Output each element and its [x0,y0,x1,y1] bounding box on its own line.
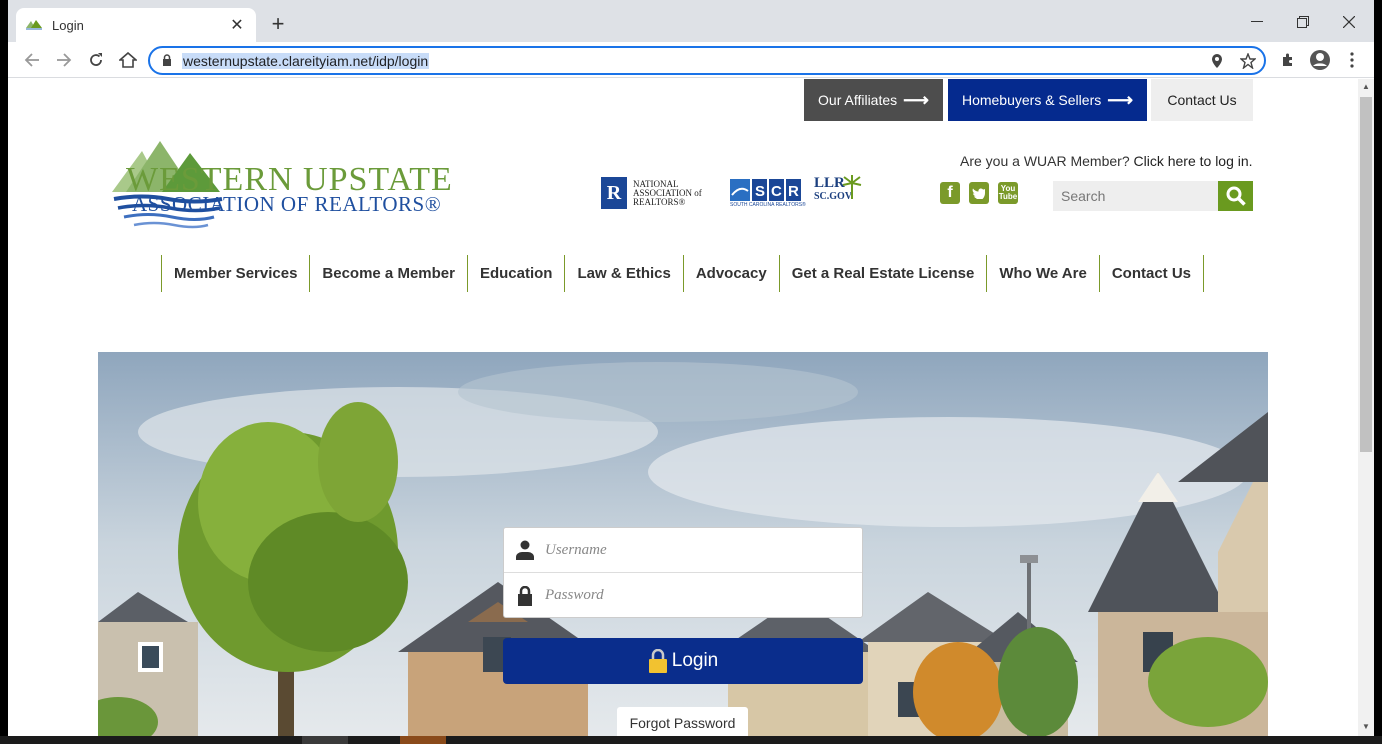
browser-tab[interactable]: Login ✕ [16,8,256,42]
arrow-right-icon: ⟶ [903,89,929,110]
youtube-icon[interactable]: You Tube [998,182,1018,204]
user-icon [515,540,535,560]
logo-subtitle[interactable]: ASSOCIATION OF REALTORS® [132,192,441,217]
member-login-prompt[interactable]: Are you a WUAR Member? Click here to log… [960,153,1253,169]
search-icon [1226,186,1246,206]
our-affiliates-label: Our Affiliates [818,92,898,108]
login-button-label: Login [671,650,719,671]
profile-avatar-icon[interactable] [1308,48,1332,72]
main-navigation: Member Services Become a Member Educatio… [161,255,1205,292]
lock-icon [163,54,171,66]
member-question: Are you a WUAR Member? [960,153,1130,169]
forgot-password-button[interactable]: Forgot Password [617,707,748,736]
extensions-icon[interactable] [1276,48,1300,72]
browser-window: Login ✕ + westernupstate.clareityiam.net… [8,0,1374,736]
nav-become-a-member[interactable]: Become a Member [310,255,468,292]
scr-subtitle: SOUTH CAROLINA REALTORS® [730,202,806,208]
page-viewport: Our Affiliates ⟶ Homebuyers & Sellers ⟶ … [8,79,1358,736]
mountain-favicon-icon [26,20,42,30]
minimize-icon[interactable] [1234,8,1280,36]
nav-law-ethics[interactable]: Law & Ethics [565,255,684,292]
tab-strip: Login ✕ + [8,0,1374,42]
scroll-down-arrow-icon[interactable]: ▼ [1362,722,1370,731]
close-window-icon[interactable] [1326,8,1372,36]
password-input[interactable] [545,587,835,604]
restore-icon[interactable] [1280,8,1326,36]
nav-contact-us[interactable]: Contact Us [1100,255,1205,292]
nav-advocacy[interactable]: Advocacy [684,255,780,292]
home-icon[interactable] [116,48,140,72]
homebuyers-sellers-label: Homebuyers & Sellers [961,92,1102,108]
palmetto-icon [842,175,862,199]
new-tab-button[interactable]: + [266,11,290,36]
site-search-input[interactable] [1053,181,1218,211]
homebuyers-sellers-button[interactable]: Homebuyers & Sellers ⟶ [948,79,1147,121]
svg-text:C: C [771,183,782,200]
bookmark-star-icon[interactable] [1240,53,1256,69]
username-input[interactable] [545,541,835,559]
location-icon[interactable] [1211,53,1223,69]
login-form [503,527,863,618]
back-icon[interactable] [20,48,44,72]
nav-member-services[interactable]: Member Services [162,255,311,292]
scroll-thumb[interactable] [1360,97,1372,452]
facebook-icon[interactable]: f [940,182,960,204]
gold-lock-icon [648,649,667,673]
browser-menu-icon[interactable] [1340,48,1364,72]
browser-toolbar: westernupstate.clareityiam.net/idp/login [8,42,1374,78]
login-button[interactable]: Login [503,638,863,684]
password-field[interactable] [504,573,862,618]
nar-text: NATIONAL ASSOCIATION of REALTORS® [633,179,702,207]
address-bar[interactable]: westernupstate.clareityiam.net/idp/login [148,46,1266,75]
forward-icon[interactable] [52,48,76,72]
page-scrollbar[interactable]: ▲ ▼ [1358,79,1374,736]
scr-logo-icon[interactable]: S C R [730,179,802,201]
nar-text-line: REALTORS® [633,196,686,207]
taskbar-app[interactable] [400,736,446,744]
twitter-icon[interactable] [969,182,989,204]
svg-text:S: S [755,183,765,200]
nar-logo[interactable]: R NATIONAL ASSOCIATION of REALTORS® [601,177,702,209]
scroll-up-arrow-icon[interactable]: ▲ [1362,82,1370,91]
close-tab-icon[interactable]: ✕ [228,16,246,34]
nav-real-estate-license[interactable]: Get a Real Estate License [780,255,988,292]
contact-us-top-button[interactable]: Contact Us [1151,79,1253,121]
our-affiliates-button[interactable]: Our Affiliates ⟶ [804,79,943,121]
nav-who-we-are[interactable]: Who We Are [987,255,1100,292]
os-taskbar [0,736,1382,744]
svg-text:R: R [788,183,799,200]
username-field[interactable] [504,528,862,573]
tab-title: Login [52,17,84,33]
reload-icon[interactable] [84,48,108,72]
search-button[interactable] [1218,181,1253,211]
url-text[interactable]: westernupstate.clareityiam.net/idp/login [182,53,430,69]
taskbar-app[interactable] [302,736,348,744]
padlock-icon [515,585,535,606]
member-login-link[interactable]: Click here to log in. [1134,153,1253,169]
arrow-right-icon: ⟶ [1107,89,1134,110]
nav-education[interactable]: Education [468,255,566,292]
nar-r-logo-icon: R [601,177,627,209]
